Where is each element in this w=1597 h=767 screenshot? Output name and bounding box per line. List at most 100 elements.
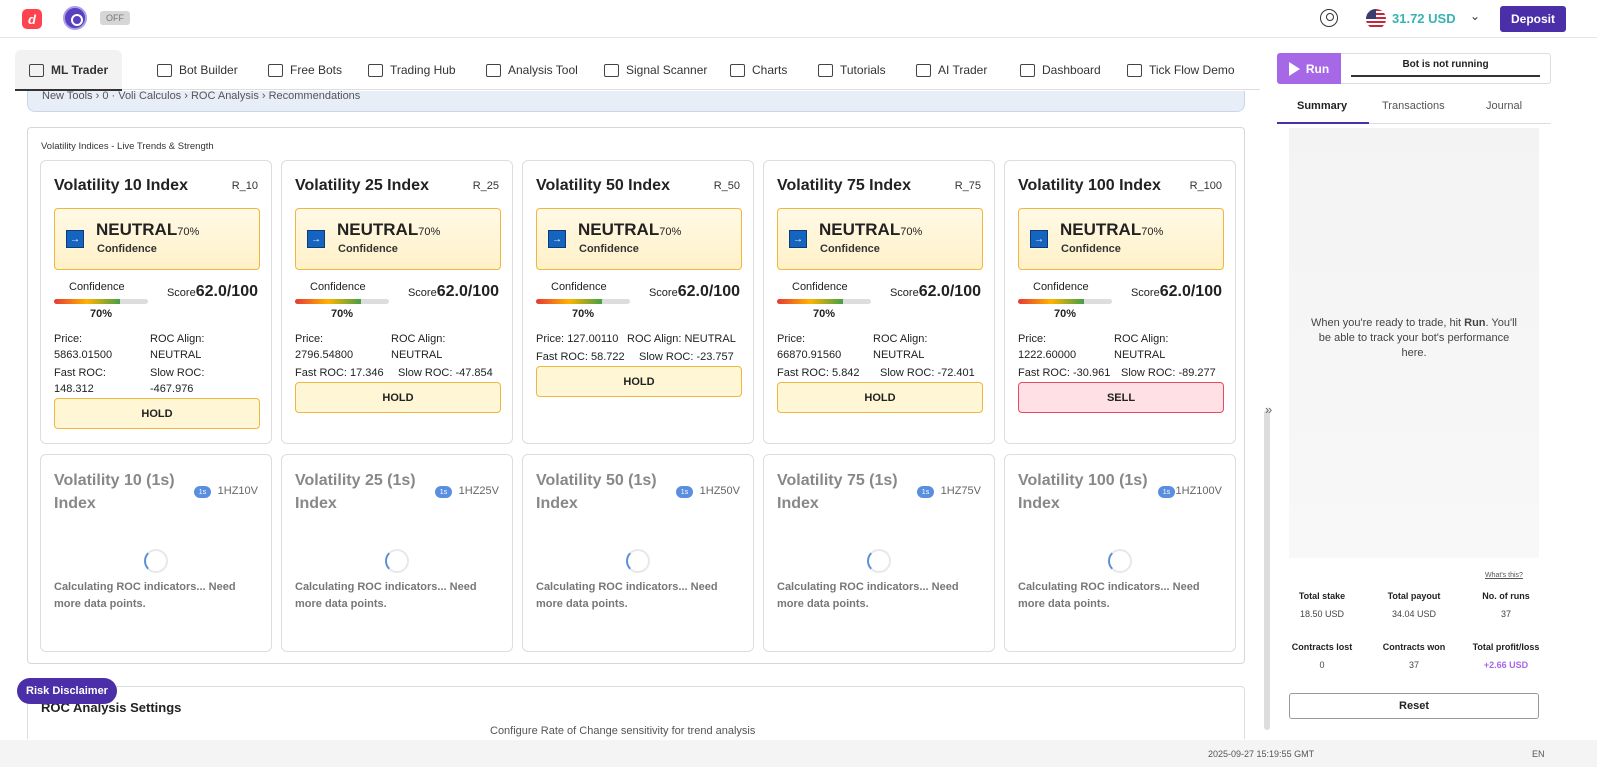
fast-roc-value: -30.961 bbox=[1073, 367, 1111, 379]
tab-tick-flow-demo[interactable]: Tick Flow Demo bbox=[1127, 50, 1235, 90]
confidence-bar bbox=[536, 299, 630, 304]
slow-roc-label: Slow ROC: bbox=[880, 367, 935, 379]
signal-box: → NEUTRAL70% Confidence bbox=[1018, 208, 1224, 270]
tab-charts[interactable]: Charts bbox=[730, 50, 787, 90]
stat-label: Contracts won bbox=[1382, 642, 1446, 652]
arrow-right-icon: → bbox=[1030, 230, 1048, 248]
tab-bot-builder[interactable]: Bot Builder bbox=[157, 50, 238, 90]
hold-button[interactable]: HOLD bbox=[777, 382, 983, 413]
roc-align-value: NEUTRAL bbox=[391, 349, 443, 361]
extension-icon[interactable] bbox=[63, 6, 87, 30]
confidence-label: Confidence bbox=[69, 281, 125, 293]
confidence-label: Confidence bbox=[792, 281, 848, 293]
run-button[interactable]: Run bbox=[1277, 53, 1341, 84]
tab-dashboard[interactable]: Dashboard bbox=[1020, 50, 1101, 90]
calculating-message: Calculating ROC indicators... Need more … bbox=[536, 581, 718, 610]
confidence-bar bbox=[777, 299, 871, 304]
roc-align-row: ROC Align: NEUTRAL bbox=[391, 331, 491, 363]
index-symbol: 1HZ25V bbox=[458, 485, 499, 497]
arrow-right-icon: → bbox=[307, 230, 325, 248]
main-nav: ML Trader Bot Builder Free Bots Trading … bbox=[15, 50, 1260, 91]
index-name: Volatility 100 (1s) Index bbox=[1018, 472, 1148, 512]
hold-button[interactable]: HOLD bbox=[536, 366, 742, 397]
one-second-badge: 1s bbox=[435, 486, 452, 498]
tab-summary[interactable]: Summary bbox=[1297, 100, 1347, 112]
price-value: 127.00110 bbox=[567, 333, 619, 345]
slow-roc-row: Slow ROC: -23.757 bbox=[639, 349, 734, 365]
collapse-panel-icon[interactable]: » bbox=[1265, 402, 1272, 417]
signal-percent: 70% bbox=[900, 226, 923, 238]
one-second-badge: 1s bbox=[1158, 486, 1175, 498]
signal-box: → NEUTRAL70% Confidence bbox=[536, 208, 742, 270]
tab-free-bots[interactable]: Free Bots bbox=[268, 50, 342, 90]
index-name: Volatility 25 Index bbox=[295, 177, 429, 194]
tab-label: Bot Builder bbox=[179, 63, 238, 77]
roc-align-value: NEUTRAL bbox=[684, 333, 736, 345]
hold-button[interactable]: HOLD bbox=[295, 382, 501, 413]
index-symbol: R_25 bbox=[472, 180, 499, 192]
loading-spinner-icon bbox=[385, 549, 409, 573]
confidence-bar-fill bbox=[777, 299, 843, 304]
reset-button[interactable]: Reset bbox=[1289, 693, 1539, 719]
stat-value: 34.04 USD bbox=[1391, 609, 1437, 619]
slow-roc-label: Slow ROC: bbox=[398, 367, 453, 379]
account-icon[interactable] bbox=[1320, 9, 1338, 27]
tab-tutorials[interactable]: Tutorials bbox=[818, 50, 886, 90]
price-row: Price: 2796.54800 bbox=[295, 331, 385, 363]
hold-button[interactable]: HOLD bbox=[54, 398, 260, 429]
confidence-bar bbox=[1018, 299, 1112, 304]
tab-signal-scanner[interactable]: Signal Scanner bbox=[604, 50, 707, 90]
tab-ai-trader[interactable]: AI Trader bbox=[916, 50, 987, 90]
roc-align-label: ROC Align: bbox=[627, 333, 682, 345]
whats-this-link[interactable]: What's this? bbox=[1485, 572, 1523, 579]
price-row: Price: 5863.01500 bbox=[54, 331, 144, 363]
roc-align-row: ROC Align: NEUTRAL bbox=[1114, 331, 1214, 363]
signal-text: NEUTRAL bbox=[1060, 220, 1142, 239]
index-name: Volatility 50 Index bbox=[536, 177, 670, 194]
index-symbol: 1HZ10V bbox=[217, 485, 258, 497]
tab-ml-trader[interactable]: ML Trader bbox=[15, 50, 123, 91]
roc-align-value: NEUTRAL bbox=[873, 349, 925, 361]
arrow-right-icon: → bbox=[789, 230, 807, 248]
tab-analysis-tool[interactable]: Analysis Tool bbox=[486, 50, 578, 90]
signal-confidence-label: Confidence bbox=[579, 243, 639, 255]
deposit-button[interactable]: Deposit bbox=[1500, 6, 1566, 32]
us-flag-icon[interactable] bbox=[1366, 9, 1386, 29]
fast-roc-row: Fast ROC: 58.722 bbox=[536, 349, 625, 365]
confidence-label: Confidence bbox=[1033, 281, 1089, 293]
price-value: 1222.60000 bbox=[1018, 349, 1077, 361]
tab-transactions[interactable]: Transactions bbox=[1382, 100, 1445, 112]
language-selector[interactable]: EN bbox=[1532, 749, 1545, 759]
confidence-bar-fill bbox=[1018, 299, 1084, 304]
score-label: Score bbox=[1130, 287, 1160, 299]
score-value: 62.0/100 bbox=[195, 283, 258, 300]
stat-label: Total payout bbox=[1387, 591, 1441, 601]
footer: 2025-09-27 15:19:55 GMT EN bbox=[0, 740, 1597, 767]
score: Score62.0/100 bbox=[1131, 283, 1222, 301]
active-tab-indicator bbox=[1277, 122, 1369, 124]
chevron-down-icon[interactable]: ⌄ bbox=[1470, 9, 1480, 23]
arrow-right-icon: → bbox=[548, 230, 566, 248]
signal-text: NEUTRAL bbox=[337, 220, 419, 239]
account-balance[interactable]: 31.72 USD bbox=[1392, 11, 1456, 26]
tab-journal[interactable]: Journal bbox=[1486, 100, 1522, 112]
deriv-logo[interactable]: d bbox=[22, 9, 42, 29]
index-card: Volatility 100 Index R_100 → NEUTRAL70% … bbox=[1004, 160, 1236, 444]
tab-trading-hub[interactable]: Trading Hub bbox=[368, 50, 456, 90]
scrollbar-thumb[interactable] bbox=[1264, 410, 1270, 730]
signal-confidence-label: Confidence bbox=[338, 243, 398, 255]
extension-status-badge[interactable]: OFF bbox=[100, 11, 130, 25]
layers-icon bbox=[29, 63, 44, 77]
fast-roc-row: Fast ROC: 148.312 bbox=[54, 365, 144, 397]
stat-total-stake: Total stake 18.50 USD bbox=[1277, 591, 1367, 619]
slow-roc-row: Slow ROC: -72.401 bbox=[880, 365, 975, 381]
confidence-value: 70% bbox=[813, 308, 836, 320]
price-label: Price: bbox=[1018, 333, 1047, 345]
sell-button[interactable]: SELL bbox=[1018, 382, 1224, 413]
index-card-1s: Volatility 25 (1s) Index 1s 1HZ25V Calcu… bbox=[281, 454, 513, 652]
risk-disclaimer-button[interactable]: Risk Disclaimer bbox=[17, 678, 117, 704]
dashboard-icon bbox=[1020, 63, 1035, 77]
roc-align-label: ROC Align: bbox=[150, 333, 205, 345]
signal-confidence-label: Confidence bbox=[1061, 243, 1121, 255]
signal-label: NEUTRAL70% bbox=[96, 220, 199, 240]
